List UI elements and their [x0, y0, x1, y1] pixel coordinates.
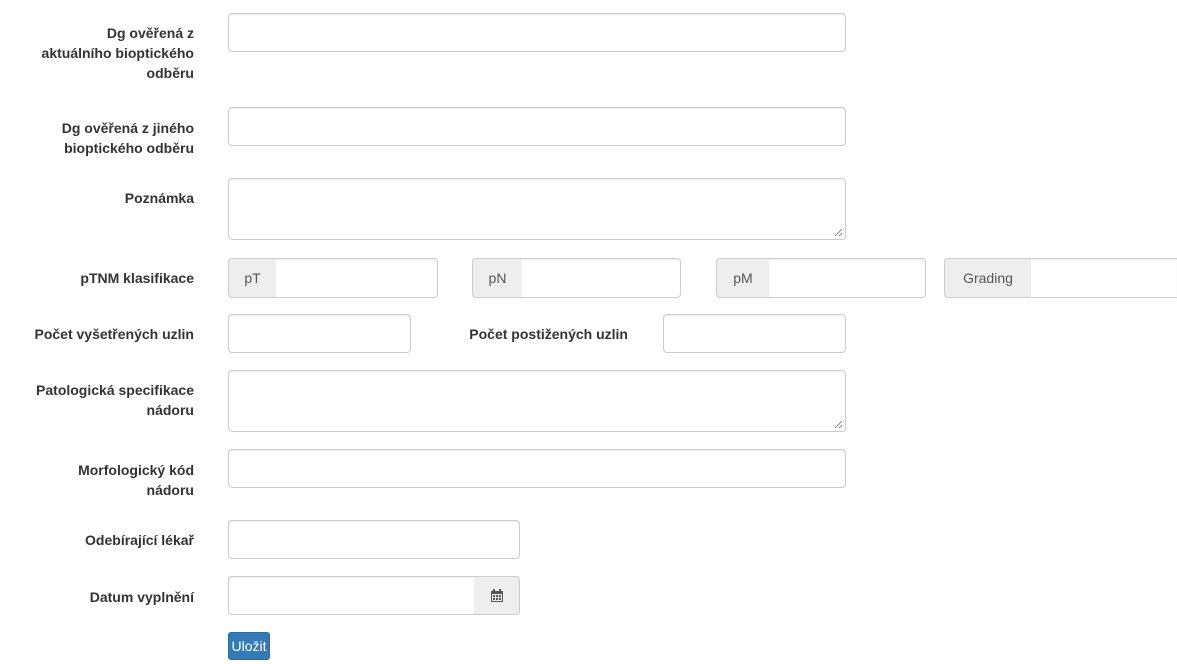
pm-input[interactable] [769, 258, 926, 298]
dg-current-label-line-1: Dg ověřená z [106, 25, 194, 41]
resize-grip-icon[interactable] [834, 228, 843, 237]
pm-addon: pM [716, 258, 770, 298]
patho-spec-label: Patologická specifikace nádoru [0, 380, 194, 420]
nodes-examined-label: Počet vyšetřených uzlin [34, 326, 194, 342]
nodes-affected-label: Počet postižených uzlin [469, 326, 628, 342]
dg-current-label-line-2: aktuálního bioptického [41, 45, 194, 61]
date-label: Datum vyplnění [89, 589, 194, 605]
pt-input[interactable] [276, 258, 438, 298]
morph-code-label-line-1: Morfologický kód [78, 462, 194, 478]
save-button[interactable]: Uložit [228, 632, 270, 660]
dg-current-input[interactable] [228, 13, 846, 52]
dg-other-label: Dg ověřená z jiného bioptického odběru [0, 118, 194, 158]
patho-spec-label-line-2: nádoru [146, 402, 194, 418]
dg-other-input[interactable] [228, 107, 846, 146]
date-input[interactable] [228, 576, 475, 615]
grading-addon: Grading [944, 258, 1032, 298]
ptnm-label: pTNM klasifikace [80, 270, 194, 286]
note-textarea[interactable] [228, 178, 846, 240]
doctor-label: Odebírající lékař [85, 532, 194, 548]
dg-current-label: Dg ověřená z aktuálního bioptického odbě… [0, 23, 194, 83]
nodes-examined-input[interactable] [228, 314, 411, 353]
calendar-icon [490, 588, 503, 602]
doctor-input[interactable] [228, 520, 520, 559]
pt-addon: pT [228, 258, 277, 298]
morph-code-label-line-2: nádoru [146, 482, 194, 498]
patho-spec-label-line-1: Patologická specifikace [36, 382, 194, 398]
pn-addon: pN [472, 258, 523, 298]
morph-code-label: Morfologický kód nádoru [0, 460, 194, 500]
dg-other-label-line-2: bioptického odběru [64, 140, 194, 156]
pn-input[interactable] [522, 258, 681, 298]
grading-input[interactable] [1031, 258, 1177, 298]
date-picker-button[interactable] [474, 576, 520, 615]
patho-spec-textarea[interactable] [228, 370, 846, 432]
morph-code-input[interactable] [228, 449, 846, 488]
dg-current-label-line-3: odběru [146, 65, 194, 81]
resize-grip-icon[interactable] [834, 420, 843, 429]
nodes-affected-input[interactable] [663, 314, 846, 353]
dg-other-label-line-1: Dg ověřená z jiného [61, 120, 194, 136]
note-label: Poznámka [124, 190, 194, 206]
